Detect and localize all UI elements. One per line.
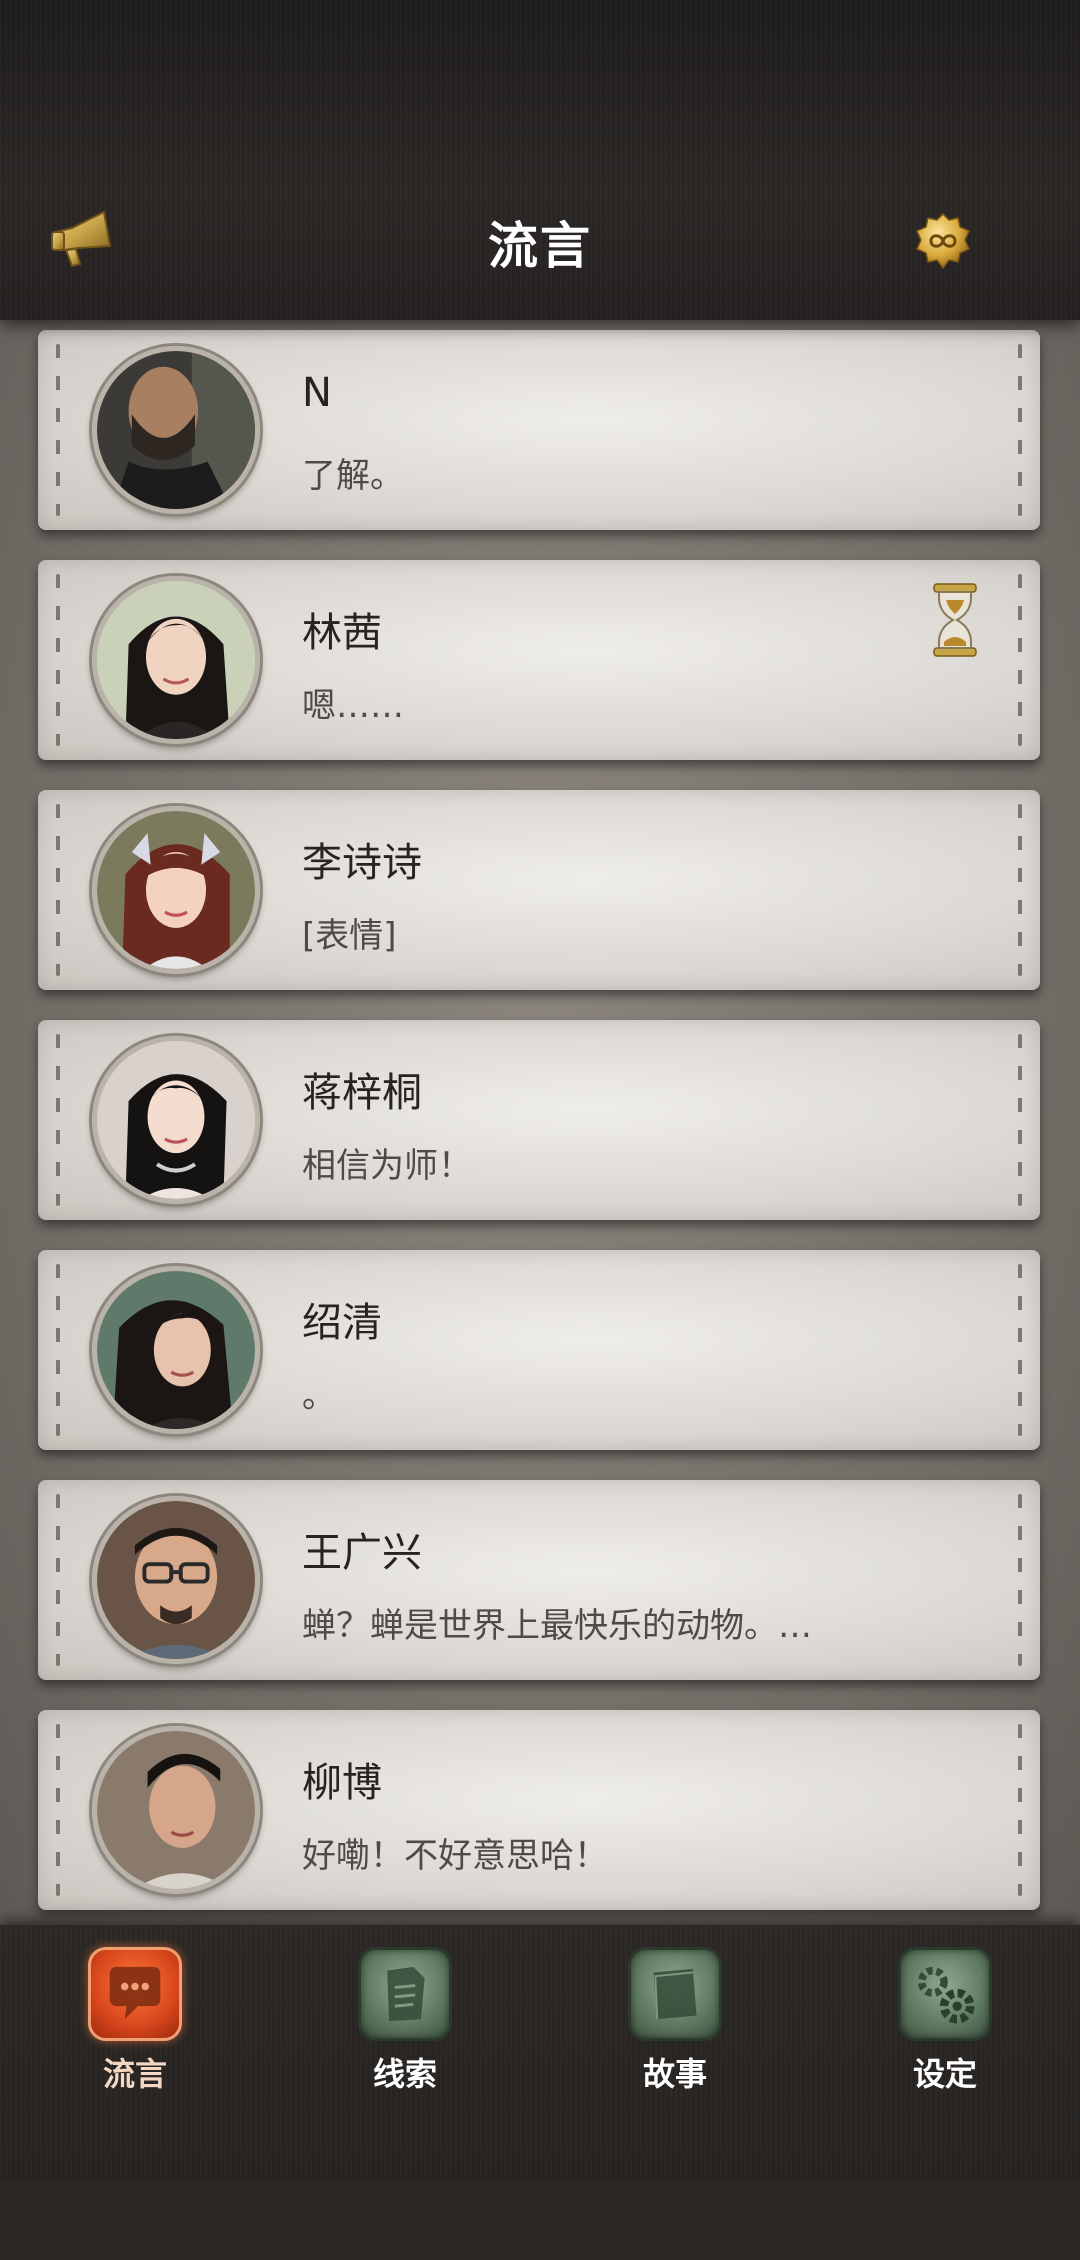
stitch-decoration [56,574,60,746]
tab-label: 设定 [912,2055,977,2093]
contact-name: 林茜 [302,610,382,656]
stitch-decoration [1018,574,1022,746]
stitch-decoration [1018,1034,1022,1206]
contact-name: 王广兴 [302,1530,422,1576]
avatar [92,1266,260,1434]
document-icon [358,1947,452,2041]
contact-list[interactable]: N 了解。 林茜 嗯…… 李诗诗 [表情] 蒋梓桐 相信为师！ 绍清 。 王广兴… [0,320,1080,1925]
contact-name: 绍清 [302,1300,382,1346]
avatar [92,1496,260,1664]
contact-card-shaoqing[interactable]: 绍清 。 [38,1250,1040,1450]
stitch-decoration [56,804,60,976]
last-message: [表情] [302,916,397,956]
tab-settings[interactable]: 设定 [870,1947,1020,2117]
stitch-decoration [56,1034,60,1206]
contact-card-n[interactable]: N 了解。 [38,330,1040,530]
system-gesture-area [0,2180,1080,2260]
last-message: 了解。 [302,456,404,496]
last-message: 嗯…… [302,686,404,726]
tab-label: 故事 [642,2055,707,2093]
stitch-decoration [56,1494,60,1666]
stitch-decoration [56,344,60,516]
chat-bubble-icon [88,1947,182,2041]
contact-card-linqian[interactable]: 林茜 嗯…… [38,560,1040,760]
avatar [92,1726,260,1894]
bottom-nav-bar: 流言 线索 故事 设定 [0,1925,1080,2180]
top-bar: 流言 [0,0,1080,320]
tab-label: 线索 [372,2055,437,2093]
app-screen: 流言 N 了解。 林茜 嗯…… 李诗诗 [表情] 蒋梓桐 相信为师！ 绍清 。 … [0,0,1080,2260]
avatar [92,806,260,974]
book-icon [628,1947,722,2041]
contact-card-lishishi[interactable]: 李诗诗 [表情] [38,790,1040,990]
contact-card-jiangzitong[interactable]: 蒋梓桐 相信为师！ [38,1020,1040,1220]
contact-name: 李诗诗 [302,840,422,886]
tab-clues[interactable]: 线索 [330,1947,480,2117]
contact-card-wangguangxing[interactable]: 王广兴 蝉？蝉是世界上最快乐的动物。… [38,1480,1040,1680]
last-message: 相信为师！ [302,1146,472,1186]
gears-icon [898,1947,992,2041]
stitch-decoration [56,1264,60,1436]
avatar [92,1036,260,1204]
hourglass-icon [932,582,978,658]
tab-label: 流言 [102,2055,167,2093]
contact-name: 柳博 [302,1760,382,1806]
stitch-decoration [1018,344,1022,516]
infinity-badge-icon[interactable] [914,212,972,270]
last-message: 好嘞！不好意思哈！ [302,1836,608,1876]
tab-rumors[interactable]: 流言 [60,1947,210,2117]
last-message: 蝉？蝉是世界上最快乐的动物。… [302,1606,812,1646]
contact-name: N [302,370,332,416]
stitch-decoration [1018,1264,1022,1436]
stitch-decoration [1018,1724,1022,1896]
stitch-decoration [1018,1494,1022,1666]
avatar [92,346,260,514]
contact-name: 蒋梓桐 [302,1070,422,1116]
avatar [92,576,260,744]
tab-story[interactable]: 故事 [600,1947,750,2117]
last-message: 。 [302,1376,336,1416]
contact-card-liubo[interactable]: 柳博 好嘞！不好意思哈！ [38,1710,1040,1910]
stitch-decoration [1018,804,1022,976]
stitch-decoration [56,1724,60,1896]
